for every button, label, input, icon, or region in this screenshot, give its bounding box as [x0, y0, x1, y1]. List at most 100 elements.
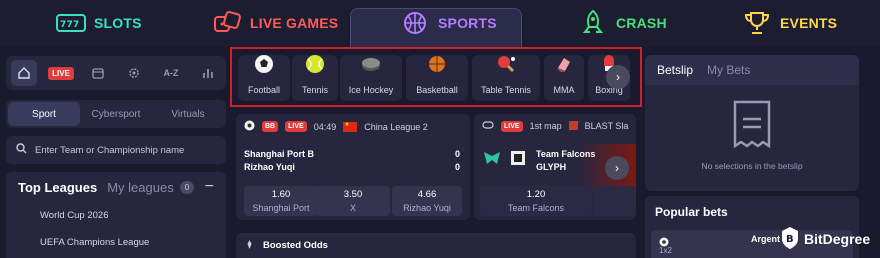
- nav-label-sports: SPORTS: [438, 15, 497, 31]
- collapse-icon[interactable]: −: [205, 178, 214, 196]
- home-icon[interactable]: [11, 60, 38, 86]
- a-z-sort-button[interactable]: A-Z: [158, 60, 184, 86]
- dice-icon: [212, 10, 242, 36]
- hockey-puck-icon: [361, 54, 381, 79]
- sport-table-tennis[interactable]: Table Tennis: [472, 55, 540, 101]
- match-league: BLAST Sla: [584, 121, 629, 131]
- nav-slots[interactable]: 777 SLOTS: [56, 0, 142, 46]
- team-away: GLYPH: [536, 162, 567, 172]
- segment-cybersport[interactable]: Cybersport: [80, 102, 152, 126]
- live-filter-button[interactable]: LIVE: [48, 60, 74, 86]
- sport-label: Tennis: [301, 85, 328, 95]
- sport-mma[interactable]: MMA: [544, 55, 584, 101]
- popular-bets-title: Popular bets: [655, 205, 728, 219]
- match-card[interactable]: LIVE 1st map BLAST Sla Team Falcons GLYP…: [474, 114, 636, 220]
- top-leagues-panel: Top Leagues My leagues 0 − World Cup 202…: [6, 172, 226, 258]
- svg-text:B: B: [786, 234, 794, 245]
- bet-builder-badge: BB: [262, 121, 279, 132]
- sport-football[interactable]: Football: [238, 55, 290, 101]
- nav-crash[interactable]: CRASH: [578, 0, 667, 46]
- match-card[interactable]: BB LIVE 04:49 China League 2 Shanghai Po…: [236, 114, 470, 220]
- nav-label-events: EVENTS: [780, 15, 838, 31]
- trophy-icon: [742, 10, 772, 36]
- tennis-ball-icon: [305, 54, 325, 79]
- my-leagues-count: 0: [179, 181, 195, 194]
- mma-glove-icon: [554, 54, 574, 79]
- search-box: [6, 136, 226, 164]
- sidebar: LIVE A-Z Sport Cybersport Virtuals Top L…: [0, 46, 232, 258]
- search-icon: [16, 141, 27, 159]
- nav-label-slots: SLOTS: [94, 15, 142, 31]
- nav-sports[interactable]: SPORTS: [400, 0, 497, 46]
- odd-button-away[interactable]: [594, 186, 636, 216]
- team-home: Shanghai Port B: [244, 149, 315, 159]
- popular-bet-market: 1x2: [659, 246, 672, 255]
- odd-button-home[interactable]: 1.20 Team Falcons: [480, 186, 592, 216]
- nav-label-live-games: LIVE GAMES: [250, 15, 339, 31]
- gamepad-icon: [482, 120, 494, 132]
- nav-events[interactable]: EVENTS: [742, 0, 837, 46]
- segment-sport[interactable]: Sport: [8, 102, 80, 126]
- segment-virtuals[interactable]: Virtuals: [152, 102, 224, 126]
- nav-label-crash: CRASH: [616, 15, 667, 31]
- match-time: 04:49: [313, 121, 337, 132]
- bitdegree-watermark: B BitDegree: [780, 224, 870, 254]
- score-home: 0: [454, 149, 460, 159]
- nav-live-games[interactable]: LIVE GAMES: [212, 0, 338, 46]
- sport-label: Table Tennis: [481, 85, 531, 95]
- sport-label: Ice Hockey: [348, 85, 394, 95]
- betslip-panel: Betslip My Bets No selections in the bet…: [645, 55, 859, 191]
- calendar-icon[interactable]: [85, 60, 111, 86]
- betslip-tab[interactable]: Betslip: [657, 63, 693, 77]
- basketball-icon: [400, 10, 430, 36]
- live-badge: LIVE: [501, 120, 523, 132]
- sport-label: Football: [247, 85, 281, 95]
- boosted-odds-title: Boosted Odds: [263, 240, 328, 251]
- team-away: Rizhao Yuqi: [244, 162, 295, 172]
- popular-bet-team: Argent: [751, 234, 780, 244]
- sport-tennis[interactable]: Tennis: [292, 55, 338, 101]
- league-item[interactable]: World Cup 2026: [40, 210, 108, 221]
- team-home: Team Falcons: [536, 149, 596, 159]
- sport-type-segments: Sport Cybersport Virtuals: [6, 100, 226, 128]
- my-bets-tab[interactable]: My Bets: [707, 63, 750, 77]
- receipt-icon: [731, 99, 773, 154]
- search-input[interactable]: [35, 144, 215, 156]
- basketball-icon: [427, 54, 447, 79]
- gear-icon[interactable]: [121, 60, 147, 86]
- my-leagues-tab[interactable]: My leagues: [107, 180, 173, 195]
- odd-button-draw[interactable]: 3.50 X: [316, 186, 390, 216]
- boosted-odds-header[interactable]: Boosted Odds: [236, 233, 636, 258]
- sidebar-icon-bar: LIVE A-Z: [6, 56, 226, 90]
- football-icon: [244, 120, 255, 133]
- match-map: 1st map: [529, 121, 562, 131]
- sports-carousel: Football Tennis Ice Hockey Basketball Ta…: [230, 47, 642, 107]
- score-away: 0: [454, 162, 460, 172]
- stats-icon[interactable]: [195, 60, 221, 86]
- sport-ice-hockey[interactable]: Ice Hockey: [340, 55, 402, 101]
- league-item[interactable]: UEFA Champions League: [40, 237, 149, 248]
- top-nav: 777 SLOTS LIVE GAMES SPORTS CRASH EVENTS: [0, 0, 880, 48]
- odd-button-home[interactable]: 1.60 Shanghai Port: [244, 186, 318, 216]
- watermark-text: BitDegree: [804, 231, 871, 247]
- sport-label: MMA: [553, 85, 575, 95]
- china-flag-icon: [343, 121, 358, 132]
- glyph-logo-icon: [508, 148, 528, 173]
- odd-button-away[interactable]: 4.66 Rizhao Yuqi: [392, 186, 462, 216]
- rocket-icon: [578, 10, 608, 36]
- chevron-right-icon: ›: [616, 70, 620, 84]
- top-leagues-tab[interactable]: Top Leagues: [18, 180, 97, 195]
- sport-basketball[interactable]: Basketball: [406, 55, 468, 101]
- slot-machine-icon: 777: [56, 10, 86, 36]
- betslip-empty-text: No selections in the betslip: [701, 161, 803, 171]
- falcons-logo-icon: [482, 148, 502, 173]
- sports-next-button[interactable]: ›: [606, 65, 630, 89]
- bitdegree-logo-icon: B: [780, 226, 800, 253]
- dota-icon: [568, 120, 578, 132]
- matches-next-button[interactable]: ›: [605, 156, 629, 180]
- match-league: China League 2: [364, 121, 428, 132]
- rocket-icon: [244, 237, 255, 255]
- svg-text:777: 777: [60, 20, 79, 30]
- chevron-right-icon: ›: [615, 161, 619, 175]
- sport-label: Basketball: [416, 85, 458, 95]
